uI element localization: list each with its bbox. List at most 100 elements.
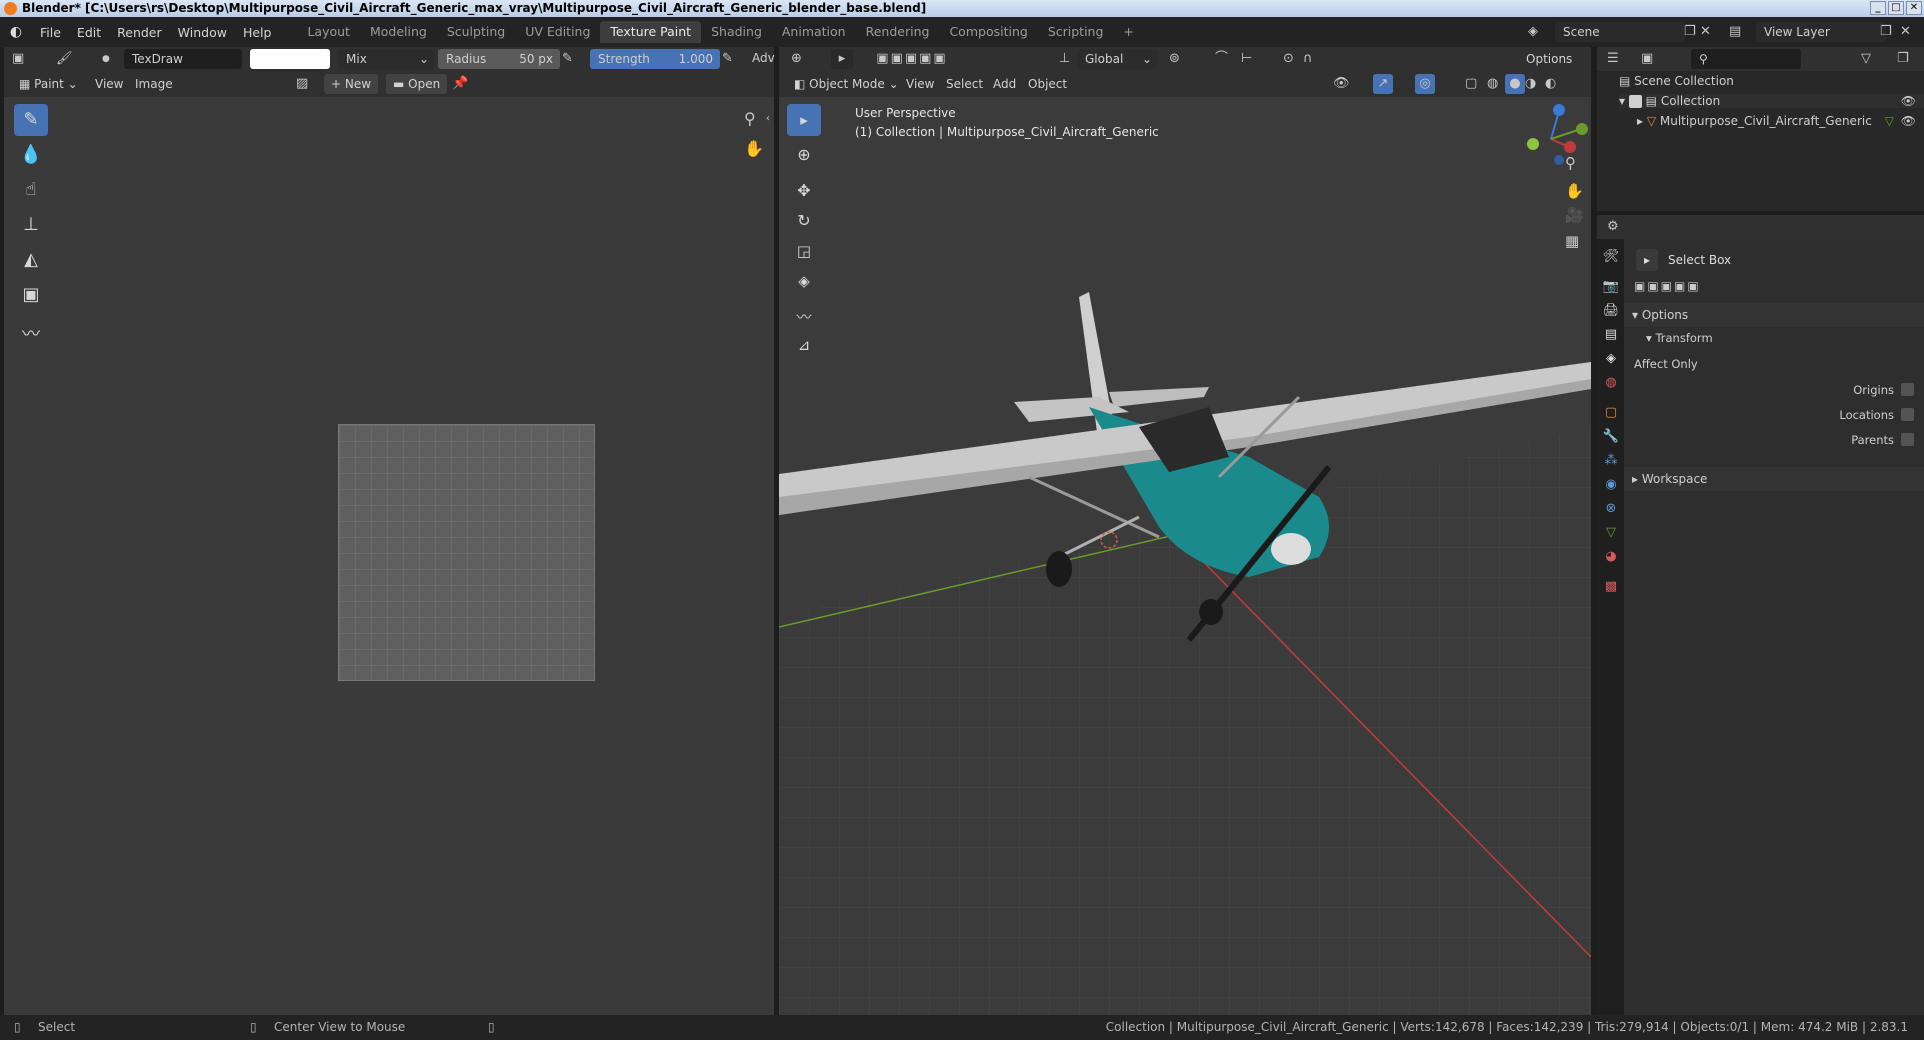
- gizmo-x-icon[interactable]: [1564, 141, 1576, 153]
- cursor-tool-icon[interactable]: ⊕: [787, 139, 821, 171]
- object-eye-icon[interactable]: 👁: [1901, 114, 1916, 128]
- navigation-gizmo[interactable]: [1519, 97, 1591, 177]
- annotate-tool-icon[interactable]: 〰: [14, 319, 48, 351]
- properties-editor-type-icon[interactable]: ⚙: [1607, 217, 1619, 237]
- tab-rendering[interactable]: Rendering: [856, 21, 940, 43]
- smear-tool-icon[interactable]: ☝: [14, 174, 48, 206]
- editor-type-icon[interactable]: ▣: [12, 49, 24, 69]
- blender-menu-icon[interactable]: ◐: [0, 24, 32, 40]
- material-shading-icon[interactable]: ◑: [1525, 74, 1536, 94]
- view-layer-tab-icon[interactable]: ▤: [1601, 325, 1621, 345]
- outliner-editor-type-icon[interactable]: ☰: [1607, 49, 1619, 69]
- 3d-viewport[interactable]: User Perspective (1) Collection | Multip…: [779, 97, 1591, 1015]
- rotate-tool-icon[interactable]: ↻: [787, 205, 821, 237]
- tool-tab-icon[interactable]: 🛠: [1601, 247, 1621, 267]
- visibility-icon[interactable]: 👁: [1333, 74, 1350, 94]
- world-tab-icon[interactable]: ◍: [1601, 373, 1621, 393]
- pan-hand-icon[interactable]: ✋: [744, 139, 764, 159]
- brush-icon[interactable]: 🖌: [56, 49, 73, 69]
- gizmo-toggle-icon[interactable]: ↗: [1373, 74, 1393, 94]
- viewport-object-menu[interactable]: Object: [1021, 74, 1074, 94]
- menu-window[interactable]: Window: [170, 25, 235, 40]
- view-layer-field[interactable]: View Layer: [1756, 22, 1886, 42]
- select-box-tool-icon[interactable]: ▸: [787, 104, 821, 136]
- data-tab-icon[interactable]: ▽: [1601, 523, 1621, 543]
- open-image-button[interactable]: ▬ Open: [386, 74, 448, 94]
- material-tab-icon[interactable]: ◕: [1601, 547, 1621, 567]
- origins-checkbox[interactable]: [1901, 383, 1914, 396]
- maximize-button[interactable]: □: [1888, 1, 1904, 15]
- pivot-icon[interactable]: ⊚: [1169, 49, 1180, 69]
- object-tab-icon[interactable]: ▢: [1601, 403, 1621, 423]
- tab-compositing[interactable]: Compositing: [939, 21, 1037, 43]
- outliner-search-input[interactable]: ⚲: [1691, 49, 1801, 69]
- draw-tool-icon[interactable]: ✎: [14, 104, 48, 136]
- brush-name-field[interactable]: TexDraw: [124, 49, 242, 69]
- expand-arrow-icon[interactable]: ▸: [1637, 114, 1647, 128]
- viewport-select-menu[interactable]: Select: [939, 74, 990, 94]
- xray-icon[interactable]: ▢: [1465, 74, 1477, 94]
- fill-tool-icon[interactable]: ◭: [14, 244, 48, 276]
- gizmo-y-icon[interactable]: [1576, 123, 1588, 135]
- advanced-dropdown[interactable]: Adv: [752, 51, 775, 65]
- collapse-arrow-icon[interactable]: ‹: [766, 109, 770, 129]
- pin-icon[interactable]: 📌: [452, 74, 468, 94]
- particles-tab-icon[interactable]: ⁂: [1601, 451, 1621, 471]
- collection-eye-icon[interactable]: 👁: [1901, 94, 1916, 108]
- zoom-icon[interactable]: ⚲: [744, 109, 756, 129]
- modifier-tab-icon[interactable]: 🔧: [1601, 427, 1621, 447]
- new-image-button[interactable]: + New: [324, 74, 379, 94]
- orientation-icon[interactable]: ⊥: [1059, 49, 1070, 69]
- object-mode-dropdown[interactable]: ◧ Object Mode ⌄: [787, 74, 906, 94]
- add-workspace-icon[interactable]: +: [1113, 21, 1143, 43]
- options-panel-header[interactable]: ▾ Options: [1624, 303, 1924, 327]
- viewport-add-menu[interactable]: Add: [986, 74, 1023, 94]
- proportional-edit-icon[interactable]: ⊙: [1283, 49, 1294, 69]
- soften-tool-icon[interactable]: 💧: [14, 139, 48, 171]
- tab-modeling[interactable]: Modeling: [360, 21, 437, 43]
- clone-tool-icon[interactable]: ⊥: [14, 209, 48, 241]
- scene-close-icon[interactable]: ✕: [1700, 22, 1711, 42]
- mask-tool-icon[interactable]: ▣: [14, 279, 48, 311]
- scene-copy-icon[interactable]: ❐: [1684, 22, 1696, 42]
- gizmo-z-icon[interactable]: [1553, 104, 1565, 116]
- workspace-panel-header[interactable]: ▸ Workspace: [1624, 467, 1924, 491]
- filter-icon[interactable]: ▽: [1861, 49, 1871, 69]
- object-row[interactable]: ▸ ▽ Multipurpose_Civil_Aircraft_Generic ▽…: [1637, 114, 1924, 128]
- orientation-select[interactable]: Global ⌄: [1077, 49, 1157, 69]
- scene-icon[interactable]: ◈: [1528, 22, 1538, 42]
- tab-texture-paint[interactable]: Texture Paint: [600, 21, 702, 43]
- texture-tab-icon[interactable]: ▩: [1601, 577, 1621, 597]
- color-swatch[interactable]: [250, 49, 330, 69]
- strength-slider[interactable]: Strength 1.000: [590, 49, 720, 69]
- menu-edit[interactable]: Edit: [69, 25, 109, 40]
- tab-uv-editing[interactable]: UV Editing: [515, 21, 600, 43]
- menu-file[interactable]: File: [32, 25, 69, 40]
- transform-subpanel-header[interactable]: ▾ Transform: [1638, 327, 1924, 349]
- tab-layout[interactable]: Layout: [297, 21, 360, 43]
- menu-render[interactable]: Render: [109, 25, 170, 40]
- viewport-editor-type-icon[interactable]: ⊕: [791, 49, 802, 69]
- transform-tool-icon[interactable]: ◈: [787, 265, 821, 297]
- viewport-zoom-icon[interactable]: ⚲: [1565, 153, 1576, 173]
- gizmo-neg-z-icon[interactable]: [1554, 155, 1564, 165]
- view-layer-close-icon[interactable]: ✕: [1900, 22, 1911, 42]
- view-menu[interactable]: View: [88, 74, 130, 94]
- image-browse-icon[interactable]: ▨: [296, 74, 308, 94]
- locations-checkbox[interactable]: [1901, 408, 1914, 421]
- scale-tool-icon[interactable]: ◲: [787, 235, 821, 267]
- view-layer-copy-icon[interactable]: ❐: [1880, 22, 1892, 42]
- blend-mode-select[interactable]: Mix ⌄: [338, 49, 434, 69]
- select-cursor-icon[interactable]: ▸: [831, 49, 853, 69]
- scene-field[interactable]: Scene: [1555, 22, 1685, 42]
- display-mode-icon[interactable]: ▣: [1641, 49, 1653, 69]
- ortho-toggle-icon[interactable]: ▦: [1565, 231, 1579, 251]
- collection-checkbox[interactable]: [1628, 95, 1642, 108]
- move-tool-icon[interactable]: ✥: [787, 175, 821, 207]
- options-dropdown[interactable]: Options ⌄: [1519, 49, 1591, 86]
- image-menu[interactable]: Image: [128, 74, 180, 94]
- constraints-tab-icon[interactable]: ⊗: [1601, 499, 1621, 519]
- viewport-pan-icon[interactable]: ✋: [1565, 181, 1584, 201]
- tab-sculpting[interactable]: Sculpting: [437, 21, 515, 43]
- close-button[interactable]: ✕: [1906, 1, 1922, 15]
